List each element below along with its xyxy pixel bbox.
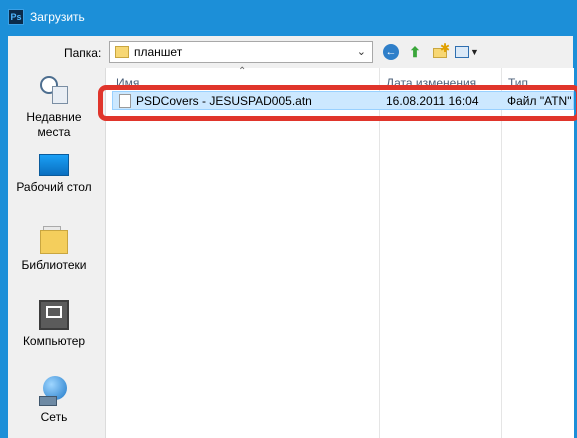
back-arrow-icon: ←: [383, 44, 399, 60]
folder-dropdown[interactable]: планшет ⌄: [109, 41, 373, 63]
place-computer[interactable]: Компьютер: [8, 300, 100, 349]
window-frame-left: [0, 36, 8, 438]
desktop-icon: [39, 154, 69, 176]
column-divider[interactable]: [379, 68, 380, 438]
view-grid-icon: [455, 46, 469, 58]
place-desktop[interactable]: Рабочий стол: [8, 154, 100, 195]
network-icon: [39, 376, 69, 406]
up-arrow-icon: ⬆: [409, 44, 421, 60]
computer-icon: [39, 300, 69, 330]
view-menu-button[interactable]: ▼: [454, 43, 479, 61]
place-libraries[interactable]: Библиотеки: [8, 226, 100, 273]
new-folder-button[interactable]: ✱: [431, 41, 450, 61]
title-bar: Ps Загрузить: [0, 0, 577, 36]
photoshop-icon: Ps: [8, 9, 24, 25]
folder-name: планшет: [134, 45, 183, 59]
folder-label: Папка:: [64, 46, 102, 60]
place-label: Библиотеки: [21, 258, 87, 272]
libraries-icon: [40, 226, 68, 254]
sparkle-icon: ✱: [440, 41, 451, 55]
place-network[interactable]: Сеть: [8, 376, 100, 425]
dropdown-arrow-icon: ▼: [470, 47, 479, 57]
back-button[interactable]: ←: [382, 43, 400, 61]
folder-icon: [115, 46, 129, 58]
place-label: Компьютер: [22, 334, 86, 348]
places-sidebar: Недавние места Рабочий стол Библиотеки К…: [8, 68, 100, 438]
place-label: Рабочий стол: [16, 180, 92, 194]
up-folder-button[interactable]: ⬆: [406, 43, 424, 61]
annotation-highlight-box: [98, 85, 577, 121]
window-title: Загрузить: [30, 10, 85, 24]
sort-ascending-icon: ⌃: [238, 66, 247, 77]
place-label: Недавние места: [26, 110, 82, 139]
place-label: Сеть: [40, 410, 68, 424]
place-recent[interactable]: Недавние места: [8, 76, 100, 140]
file-list[interactable]: ⌃ Имя Дата изменения Тип PSDCovers - JES…: [105, 66, 574, 438]
chevron-down-icon[interactable]: ⌄: [357, 45, 366, 58]
recent-places-icon: [38, 76, 70, 106]
column-divider[interactable]: [501, 68, 502, 438]
